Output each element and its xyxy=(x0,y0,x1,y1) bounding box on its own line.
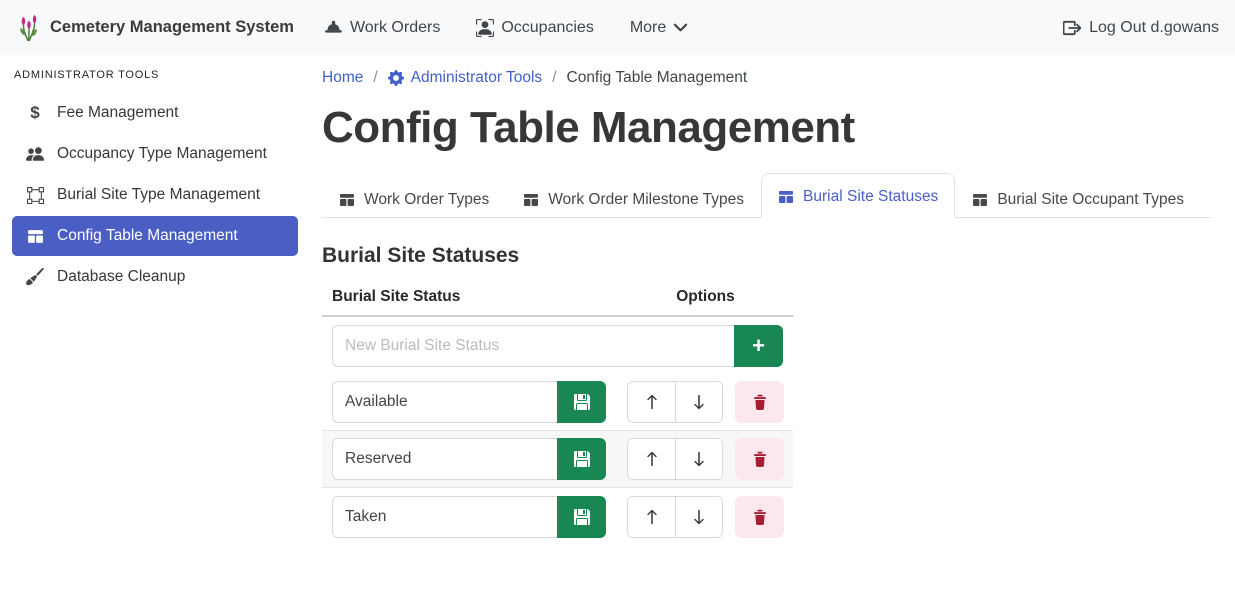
breadcrumb-separator: / xyxy=(373,69,377,87)
nav-item-label: Work Orders xyxy=(350,19,440,37)
tab-work-order-milestone-types[interactable]: Work Order Milestone Types xyxy=(506,181,761,218)
arrow-down-icon xyxy=(691,394,707,410)
sidebar-item-fee-management[interactable]: $ Fee Management xyxy=(12,93,298,133)
floppy-save-icon xyxy=(574,394,590,410)
section-heading: Burial Site Statuses xyxy=(322,244,1211,268)
status-row-reserved xyxy=(322,431,793,488)
nav-item-label: Occupancies xyxy=(501,19,594,37)
trash-icon xyxy=(752,394,768,410)
table-icon xyxy=(972,192,988,208)
breadcrumb-current: Config Table Management xyxy=(567,69,748,87)
hard-hat-icon xyxy=(324,18,343,37)
breadcrumb: Home / Administrator Tools / Config Tabl… xyxy=(322,69,1211,87)
chevron-down-icon xyxy=(673,20,688,35)
sidebar-item-label: Config Table Management xyxy=(57,227,238,245)
move-down-button[interactable] xyxy=(675,439,722,479)
sidebar-section-label: ADMINISTRATOR TOOLS xyxy=(14,69,298,81)
delete-button[interactable] xyxy=(735,381,784,423)
trash-icon xyxy=(752,509,768,525)
table-icon xyxy=(778,189,794,205)
sidebar: ADMINISTRATOR TOOLS $ Fee Management Occ… xyxy=(0,55,310,591)
nav-item-occupancies[interactable]: Occupancies xyxy=(476,19,594,37)
logout-label: Log Out d.gowans xyxy=(1089,19,1219,37)
status-row-available xyxy=(322,374,793,431)
status-table: Burial Site Status Options + xyxy=(322,288,793,545)
delete-button[interactable] xyxy=(735,496,784,538)
tab-label: Work Order Types xyxy=(364,191,489,209)
save-button[interactable] xyxy=(557,496,606,538)
move-up-button[interactable] xyxy=(628,382,675,422)
breadcrumb-separator: / xyxy=(552,69,556,87)
new-status-row: + xyxy=(322,317,793,374)
save-button[interactable] xyxy=(557,438,606,480)
status-row-taken xyxy=(322,488,793,545)
main-content: Home / Administrator Tools / Config Tabl… xyxy=(310,55,1235,591)
tab-label: Work Order Milestone Types xyxy=(548,191,744,209)
add-status-button[interactable]: + xyxy=(734,325,783,367)
logout-button[interactable]: Log Out d.gowans xyxy=(1063,19,1219,37)
table-icon xyxy=(22,228,48,245)
breadcrumb-administrator-tools[interactable]: Administrator Tools xyxy=(388,69,543,87)
dollar-icon: $ xyxy=(22,103,48,123)
move-down-button[interactable] xyxy=(675,382,722,422)
app-brand[interactable]: Cemetery Management System xyxy=(16,13,294,43)
floppy-save-icon xyxy=(574,451,590,467)
sidebar-item-label: Fee Management xyxy=(57,104,179,122)
people-icon xyxy=(22,145,48,163)
reorder-button-group xyxy=(627,438,723,480)
save-button[interactable] xyxy=(557,381,606,423)
nav-item-label: More xyxy=(630,19,666,37)
tab-label: Burial Site Statuses xyxy=(803,188,938,206)
tab-burial-site-occupant-types[interactable]: Burial Site Occupant Types xyxy=(955,181,1201,218)
tab-bar: Work Order Types Work Order Milestone Ty… xyxy=(322,173,1211,218)
bounding-box-icon xyxy=(22,187,48,204)
sidebar-item-label: Database Cleanup xyxy=(57,268,185,286)
move-down-button[interactable] xyxy=(675,497,722,537)
sidebar-item-burial-site-type-management[interactable]: Burial Site Type Management xyxy=(12,175,298,215)
table-header-row: Burial Site Status Options xyxy=(322,288,793,317)
top-navbar: Cemetery Management System Work Orders O… xyxy=(0,0,1235,55)
trash-icon xyxy=(752,451,768,467)
gear-icon xyxy=(388,70,404,86)
nav-item-more[interactable]: More xyxy=(630,19,688,37)
new-status-input[interactable] xyxy=(332,325,734,367)
arrow-down-icon xyxy=(691,509,707,525)
move-up-button[interactable] xyxy=(628,497,675,537)
sidebar-item-config-table-management[interactable]: Config Table Management xyxy=(12,216,298,256)
sidebar-item-occupancy-type-management[interactable]: Occupancy Type Management xyxy=(12,134,298,174)
column-header-options: Options xyxy=(618,288,793,306)
app-title: Cemetery Management System xyxy=(50,18,294,37)
box-arrow-right-icon xyxy=(1063,19,1081,37)
arrow-up-icon xyxy=(644,509,660,525)
page-title: Config Table Management xyxy=(322,103,1211,153)
status-input[interactable] xyxy=(332,496,557,538)
sidebar-item-database-cleanup[interactable]: Database Cleanup xyxy=(12,257,298,297)
breadcrumb-label: Administrator Tools xyxy=(411,69,543,87)
tab-burial-site-statuses[interactable]: Burial Site Statuses xyxy=(761,173,955,218)
tab-work-order-types[interactable]: Work Order Types xyxy=(322,181,506,218)
broom-icon xyxy=(22,268,48,286)
person-bounding-box-icon xyxy=(476,19,494,37)
breadcrumb-home[interactable]: Home xyxy=(322,69,363,87)
reorder-button-group xyxy=(627,381,723,423)
table-icon xyxy=(339,192,355,208)
arrow-up-icon xyxy=(644,394,660,410)
status-input[interactable] xyxy=(332,381,557,423)
tab-label: Burial Site Occupant Types xyxy=(997,191,1184,209)
reorder-button-group xyxy=(627,496,723,538)
sidebar-item-label: Burial Site Type Management xyxy=(57,186,260,204)
delete-button[interactable] xyxy=(735,438,784,480)
nav-links: Work Orders Occupancies More xyxy=(324,18,688,37)
arrow-up-icon xyxy=(644,451,660,467)
arrow-down-icon xyxy=(691,451,707,467)
move-up-button[interactable] xyxy=(628,439,675,479)
breadcrumb-label: Home xyxy=(322,69,363,87)
sidebar-item-label: Occupancy Type Management xyxy=(57,145,267,163)
floppy-save-icon xyxy=(574,509,590,525)
nav-item-work-orders[interactable]: Work Orders xyxy=(324,18,440,37)
status-input[interactable] xyxy=(332,438,557,480)
column-header-status: Burial Site Status xyxy=(322,288,618,306)
tulip-logo-icon xyxy=(16,13,42,43)
table-icon xyxy=(523,192,539,208)
